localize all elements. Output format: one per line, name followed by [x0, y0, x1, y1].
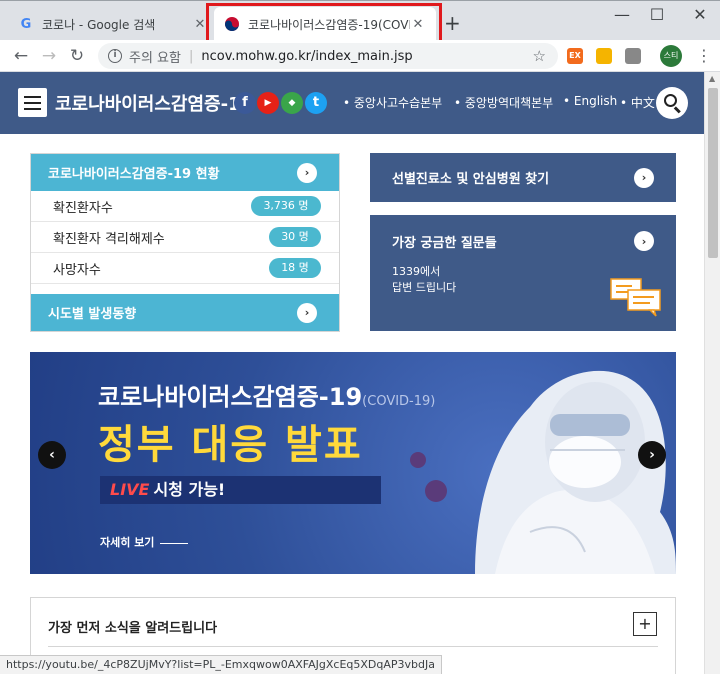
- page-viewport: 코로나바이러스감염증-19 f ▶ ◆ t • 중앙사고수습본부 • 중앙방역대…: [0, 72, 704, 674]
- status-panel: 코로나바이러스감염증-19 현황 › 확진환자수 3,736 명 확진환자 격리…: [30, 153, 340, 332]
- new-tab-button[interactable]: +: [444, 11, 461, 35]
- banner-title-text: 코로나바이러스감염증-19: [98, 383, 363, 411]
- banner-more-link[interactable]: 자세히 보기: [100, 534, 189, 550]
- status-value: 3,736 명: [251, 196, 321, 216]
- facebook-icon[interactable]: f: [234, 92, 256, 114]
- chevron-right-icon[interactable]: ›: [634, 167, 654, 188]
- status-title: 코로나바이러스감염증-19 현황: [48, 167, 220, 182]
- slider-next-button[interactable]: ›: [638, 441, 666, 469]
- nav-central-quarantine[interactable]: • 중앙방역대책본부: [454, 94, 553, 111]
- status-row: 확진환자 격리해제수 30 명: [31, 222, 339, 253]
- folder-extension-icon[interactable]: [596, 48, 612, 64]
- info-icon[interactable]: i: [108, 49, 122, 63]
- status-row: 확진환자수 3,736 명: [31, 191, 339, 222]
- clinic-finder-card[interactable]: 선별진료소 및 안심병원 찾기 ›: [370, 153, 676, 202]
- maximize-button[interactable]: ☐: [647, 5, 667, 24]
- google-icon: G: [20, 16, 32, 32]
- faq-card[interactable]: 가장 궁금한 질문들 › 1339에서 답변 드립니다: [370, 215, 676, 331]
- screen-extension-icon[interactable]: [625, 48, 641, 64]
- link-status-bar: https://youtu.be/_4cP8ZUjMvY?list=PL_-Em…: [0, 655, 442, 674]
- close-tab-icon[interactable]: ✕: [410, 17, 426, 32]
- status-row: 사망자수 18 명: [31, 253, 339, 284]
- news-title: 가장 먼저 소식을 알려드립니다: [48, 621, 218, 636]
- chevron-right-icon[interactable]: ›: [297, 302, 317, 323]
- live-bar: LIVE 시청 가능!: [100, 476, 381, 504]
- korea-emblem-icon: [224, 16, 240, 32]
- browser-toolbar: ← → ↻ i 주의 요함 | ncov.mohw.go.kr/index_ma…: [0, 40, 720, 72]
- divider: |: [188, 48, 194, 64]
- live-label: LIVE: [110, 480, 150, 499]
- forward-button[interactable]: →: [38, 45, 60, 67]
- tab-strip: G 코로나 - Google 검색 ✕ 코로나바이러스감염증-19(COVID …: [0, 0, 720, 45]
- close-tab-icon[interactable]: ✕: [192, 17, 208, 32]
- site-title[interactable]: 코로나바이러스감염증-19: [55, 90, 255, 116]
- security-label[interactable]: 주의 요함: [129, 47, 181, 66]
- clinic-finder-label: 선별진료소 및 안심병원 찾기: [392, 172, 550, 187]
- faq-title: 가장 궁금한 질문들: [392, 235, 497, 251]
- arrow-line-icon: [160, 542, 189, 544]
- youtube-icon[interactable]: ▶: [257, 92, 279, 114]
- search-icon-handle: [674, 106, 681, 114]
- live-text: 시청 가능!: [153, 480, 226, 499]
- browser-menu-icon[interactable]: ⋮: [696, 45, 712, 67]
- status-label: 확진환자 격리해제수: [53, 231, 165, 247]
- nav-english[interactable]: • English: [563, 94, 617, 108]
- chevron-right-icon[interactable]: ›: [297, 162, 317, 183]
- profile-avatar[interactable]: 스티: [660, 45, 682, 67]
- status-value: 18 명: [269, 258, 321, 278]
- tab-title: 코로나 - Google 검색: [42, 17, 156, 32]
- chevron-right-icon[interactable]: ›: [634, 231, 654, 251]
- search-icon: [664, 94, 677, 107]
- status-label: 확진환자수: [53, 200, 113, 216]
- regional-trend-link[interactable]: 시도별 발생동향 ›: [31, 294, 339, 331]
- status-value: 30 명: [269, 227, 321, 247]
- blog-icon[interactable]: ◆: [281, 92, 303, 114]
- status-header[interactable]: 코로나바이러스감염증-19 현황 ›: [31, 154, 339, 191]
- banner-title-suffix: (COVID-19): [362, 394, 436, 409]
- tab-covid-site[interactable]: 코로나바이러스감염증-19(COVID ✕: [214, 7, 436, 41]
- back-button[interactable]: ←: [10, 45, 32, 67]
- tab-title: 코로나바이러스감염증-19(COVID: [248, 17, 410, 32]
- reload-button[interactable]: ↻: [66, 45, 88, 67]
- minimize-button[interactable]: —: [612, 5, 632, 24]
- search-button[interactable]: [656, 87, 688, 119]
- site-header: 코로나바이러스감염증-19 f ▶ ◆ t • 중앙사고수습본부 • 중앙방역대…: [0, 72, 704, 134]
- address-bar[interactable]: i 주의 요함 | ncov.mohw.go.kr/index_main.jsp…: [98, 43, 558, 69]
- tab-google-search[interactable]: G 코로나 - Google 검색 ✕: [8, 7, 218, 41]
- status-label: 사망자수: [53, 262, 101, 278]
- slider-prev-button[interactable]: ‹: [38, 441, 66, 469]
- regional-trend-label: 시도별 발생동향: [48, 307, 137, 322]
- virus-graphic: [410, 452, 426, 468]
- bookmark-star-icon[interactable]: ☆: [533, 47, 546, 65]
- chat-bubbles-icon: [610, 278, 661, 317]
- nav-central-accident[interactable]: • 중앙사고수습본부: [343, 94, 442, 111]
- hero-banner[interactable]: 코로나바이러스감염증-19(COVID-19) 정부 대응 발표 LIVE 시청 …: [30, 352, 676, 574]
- twitter-icon[interactable]: t: [305, 92, 327, 114]
- scrollbar-thumb[interactable]: [708, 88, 718, 258]
- news-more-button[interactable]: +: [633, 612, 657, 636]
- scroll-up-icon[interactable]: ▲: [709, 74, 715, 83]
- banner-title: 코로나바이러스감염증-19(COVID-19): [98, 377, 435, 412]
- banner-headline: 정부 대응 발표: [98, 422, 363, 468]
- hamburger-menu-icon[interactable]: [18, 88, 47, 117]
- url-text[interactable]: ncov.mohw.go.kr/index_main.jsp: [201, 49, 412, 64]
- nav-chinese[interactable]: • 中文: [620, 94, 655, 111]
- more-label: 자세히 보기: [100, 536, 155, 549]
- extension-ex-icon[interactable]: EX: [567, 48, 583, 64]
- close-window-button[interactable]: ✕: [690, 5, 710, 24]
- page-scrollbar[interactable]: ▲: [704, 72, 720, 674]
- divider: [48, 646, 658, 647]
